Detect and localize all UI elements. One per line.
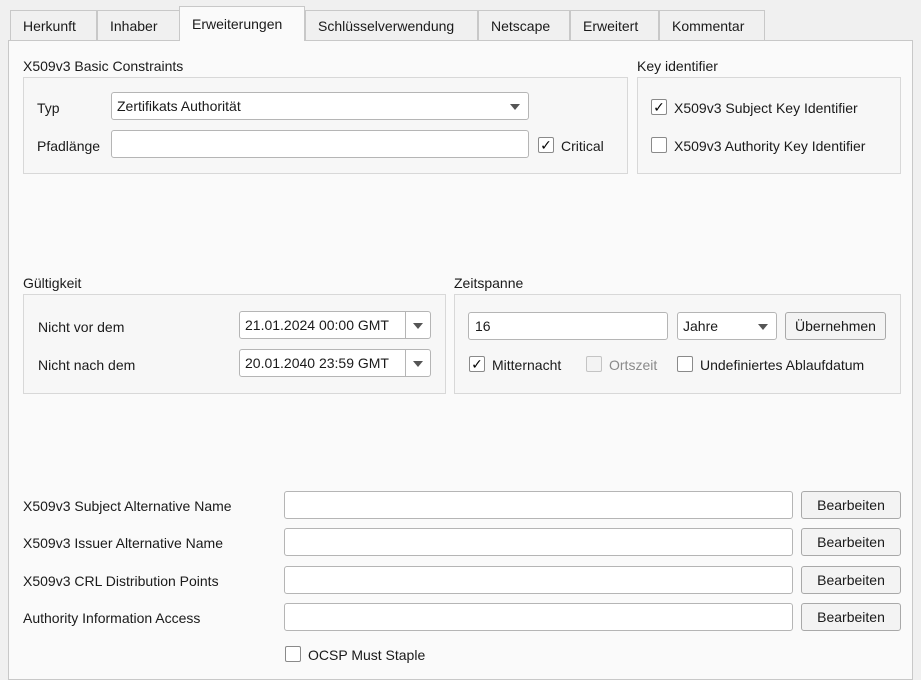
crl-label: X509v3 CRL Distribution Points <box>23 573 219 589</box>
key-identifier-title: Key identifier <box>637 58 718 74</box>
subject-key-identifier-checkbox[interactable]: ✓ <box>651 99 667 115</box>
basic-constraints-title: X509v3 Basic Constraints <box>23 58 184 74</box>
ian-edit-button[interactable]: Bearbeiten <box>801 528 901 556</box>
localtime-label: Ortszeit <box>609 357 658 373</box>
not-after-value: 20.01.2040 23:59 GMT <box>245 355 389 371</box>
authority-key-identifier-checkbox[interactable] <box>651 137 667 153</box>
chevron-down-icon <box>413 323 423 329</box>
edit-button-label: Bearbeiten <box>817 572 885 588</box>
undefined-expiry-label: Undefiniertes Ablaufdatum <box>700 357 865 373</box>
edit-button-label: Bearbeiten <box>817 609 885 625</box>
check-icon: ✓ <box>471 356 483 372</box>
aia-edit-button[interactable]: Bearbeiten <box>801 603 901 631</box>
tab-erweiterungen[interactable]: Erweiterungen <box>179 6 305 41</box>
tab-schluesselverwendung[interactable]: Schlüsselverwendung <box>305 10 478 40</box>
critical-label: Critical <box>561 138 604 154</box>
undefined-expiry-checkbox[interactable] <box>677 356 693 372</box>
tab-herkunft[interactable]: Herkunft <box>10 10 97 40</box>
san-label: X509v3 Subject Alternative Name <box>23 498 232 514</box>
tab-label: Inhaber <box>110 17 158 34</box>
timespan-amount-value: 16 <box>475 318 491 334</box>
timespan-unit-select[interactable]: Jahre <box>677 312 777 340</box>
key-identifier-group <box>637 77 901 174</box>
tab-inhaber[interactable]: Inhaber <box>97 10 180 40</box>
ian-label: X509v3 Issuer Alternative Name <box>23 535 223 551</box>
tab-label: Erweiterungen <box>192 16 283 32</box>
authority-key-identifier-label: X509v3 Authority Key Identifier <box>674 138 866 154</box>
ocsp-must-staple-label: OCSP Must Staple <box>308 647 426 663</box>
midnight-checkbox[interactable]: ✓ <box>469 356 485 372</box>
tab-kommentar[interactable]: Kommentar <box>659 10 765 40</box>
pathlen-input[interactable] <box>111 130 529 158</box>
san-input[interactable] <box>284 491 793 519</box>
not-before-value: 21.01.2024 00:00 GMT <box>245 317 389 333</box>
edit-button-label: Bearbeiten <box>817 534 885 550</box>
crl-edit-button[interactable]: Bearbeiten <box>801 566 901 594</box>
type-select[interactable]: Zertifikats Authorität <box>111 92 529 120</box>
not-before-dropdown-button[interactable] <box>405 312 430 338</box>
chevron-down-icon <box>758 324 768 330</box>
chevron-down-icon <box>413 361 423 367</box>
not-after-dropdown-button[interactable] <box>405 350 430 376</box>
apply-timespan-button[interactable]: Übernehmen <box>785 312 886 340</box>
localtime-checkbox[interactable] <box>586 356 602 372</box>
check-icon: ✓ <box>540 137 552 153</box>
check-icon: ✓ <box>653 99 665 115</box>
not-after-datetime[interactable]: 20.01.2040 23:59 GMT <box>239 349 431 377</box>
not-before-label: Nicht vor dem <box>38 319 125 335</box>
timespan-group <box>454 294 901 394</box>
tab-label: Erweitert <box>583 17 639 34</box>
san-edit-button[interactable]: Bearbeiten <box>801 491 901 519</box>
timespan-title: Zeitspanne <box>454 275 524 291</box>
not-before-datetime[interactable]: 21.01.2024 00:00 GMT <box>239 311 431 339</box>
crl-input[interactable] <box>284 566 793 594</box>
edit-button-label: Bearbeiten <box>817 497 885 513</box>
critical-checkbox[interactable]: ✓ <box>538 137 554 153</box>
midnight-label: Mitternacht <box>492 357 562 373</box>
tab-label: Kommentar <box>672 17 745 34</box>
type-select-value: Zertifikats Authorität <box>117 98 241 114</box>
type-label: Typ <box>37 100 60 116</box>
ian-input[interactable] <box>284 528 793 556</box>
tab-label: Schlüsselverwendung <box>318 17 455 34</box>
tab-netscape[interactable]: Netscape <box>478 10 570 40</box>
tab-erweitert[interactable]: Erweitert <box>570 10 659 40</box>
pathlen-label: Pfadlänge <box>37 138 101 154</box>
not-after-label: Nicht nach dem <box>38 357 136 373</box>
validity-group <box>23 294 446 394</box>
timespan-unit-value: Jahre <box>683 318 719 334</box>
aia-input[interactable] <box>284 603 793 631</box>
tab-label: Herkunft <box>23 17 76 34</box>
subject-key-identifier-label: X509v3 Subject Key Identifier <box>674 100 858 116</box>
aia-label: Authority Information Access <box>23 610 201 626</box>
chevron-down-icon <box>510 104 520 110</box>
validity-title: Gültigkeit <box>23 275 82 291</box>
ocsp-must-staple-checkbox[interactable] <box>285 646 301 662</box>
apply-timespan-label: Übernehmen <box>795 318 876 334</box>
tab-label: Netscape <box>491 17 551 34</box>
timespan-amount-input[interactable]: 16 <box>468 312 668 340</box>
